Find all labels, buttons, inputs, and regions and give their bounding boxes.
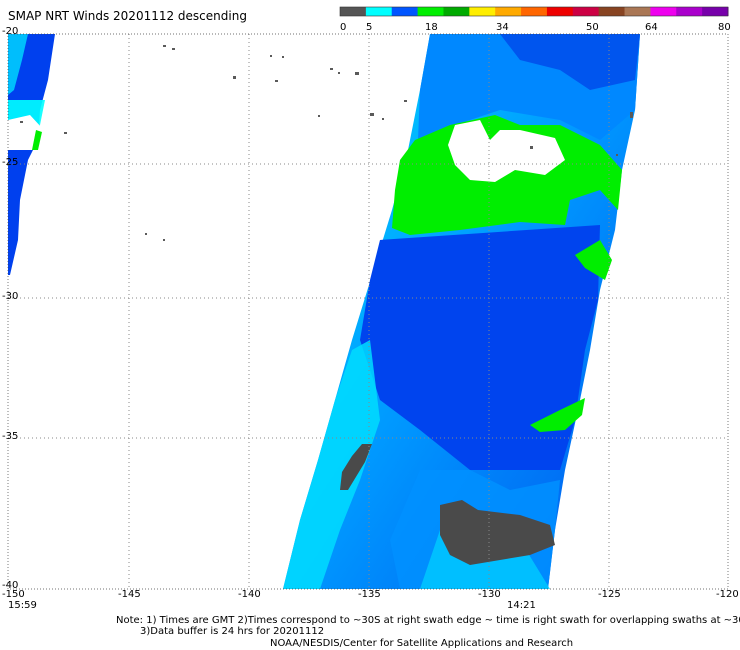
colorbar-segment [391,7,419,16]
main-swath [283,34,640,589]
left-swath [8,34,55,275]
colorbar-segment [365,7,393,16]
lon-label: -140 [238,589,261,600]
lon-label: -145 [118,589,141,600]
colorbar-label-50: 50 [586,22,599,33]
lat-label: -30 [2,291,19,302]
lat-label: -25 [2,157,19,168]
lat-label: -35 [2,431,19,442]
colorbar-segment [521,7,548,16]
colorbar-segment [676,7,703,16]
lat-label: -20 [2,26,19,37]
colorbar-label-34: 34 [496,22,509,33]
colorbar-segment [624,7,651,16]
note-line-1: Note: 1) Times are GMT 2)Times correspon… [116,615,740,626]
colorbar-segment [469,7,496,16]
lon-label: -125 [598,589,621,600]
colorbar-label-5: 5 [366,22,373,33]
wind-map [7,6,729,590]
lon-label: -135 [358,589,381,600]
credit-line: NOAA/NESDIS/Center for Satellite Applica… [270,638,574,649]
lon-label: -130 [478,589,501,600]
colorbar-label-80: 80 [718,22,731,33]
colorbar-label-64: 64 [645,22,658,33]
colorbar-segment [598,7,626,16]
colorbar-segment [650,7,677,16]
time-left: 15:59 [8,600,37,611]
lon-label: -150 [2,589,25,600]
colorbar [339,6,729,17]
colorbar-segment [702,7,729,16]
colorbar-segment [546,7,574,16]
time-right: 14:21 [507,600,536,611]
colorbar-segment [495,7,522,16]
colorbar-segment [572,7,600,16]
colorbar-label-18: 18 [425,22,438,33]
colorbar-segment [340,7,367,16]
colorbar-label-0: 0 [340,22,347,33]
note-line-2: 3)Data buffer is 24 hrs for 20201112 [140,626,325,637]
lon-label: -120 [716,589,739,600]
colorbar-segment [417,7,444,16]
colorbar-segment [443,7,470,16]
